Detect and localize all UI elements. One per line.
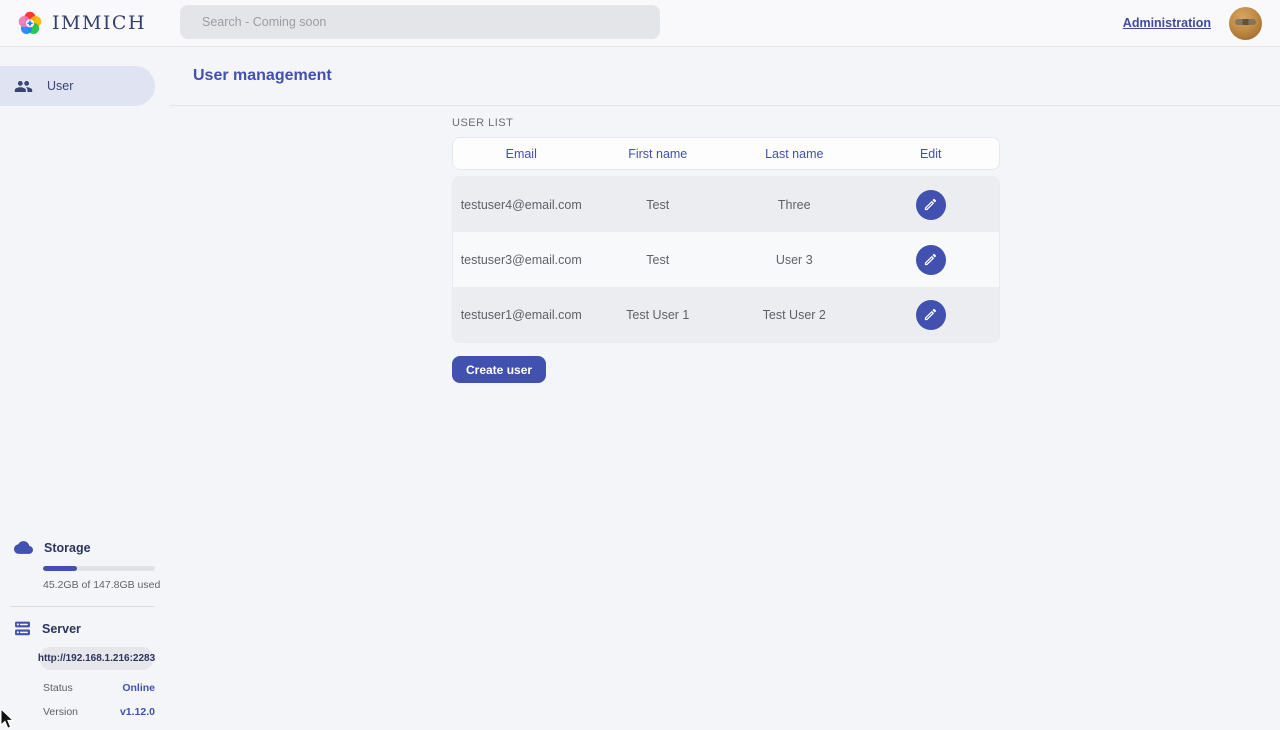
server-title: Server: [42, 622, 81, 636]
server-version-row: Version v1.12.0: [43, 706, 155, 718]
users-icon: [14, 77, 33, 96]
cell-edit: [863, 300, 1000, 330]
cell-last-name: User 3: [726, 253, 863, 267]
pencil-icon: [923, 197, 938, 212]
cell-edit: [863, 245, 1000, 275]
sidebar-footer: Storage 45.2GB of 147.8GB used: [0, 538, 170, 718]
server-status-label: Status: [43, 682, 73, 694]
column-header-email: Email: [453, 147, 590, 161]
cell-first-name: Test: [590, 253, 727, 267]
table-row: testuser4@email.comTestThree: [453, 177, 999, 232]
table-header-row: EmailFirst nameLast nameEdit: [452, 137, 1000, 170]
server-status-row: Status Online: [43, 682, 155, 694]
server-version-label: Version: [43, 706, 78, 718]
brand-name: IMMICH: [52, 12, 146, 34]
edit-user-button[interactable]: [916, 300, 946, 330]
sidebar-item-label: User: [47, 79, 73, 93]
administration-link[interactable]: Administration: [1123, 16, 1211, 30]
cloud-icon: [14, 538, 33, 557]
column-header-edit: Edit: [863, 147, 1000, 161]
storage-progress-fill: [43, 566, 77, 571]
cell-last-name: Three: [726, 198, 863, 212]
sidebar-item-user[interactable]: User: [0, 66, 155, 106]
column-header-first-name: First name: [590, 147, 727, 161]
storage-progress-bar: [43, 566, 155, 571]
server-icon: [14, 620, 31, 637]
sidebar-divider: [10, 606, 155, 607]
storage-title: Storage: [44, 541, 91, 555]
pencil-icon: [923, 307, 938, 322]
cell-email: testuser4@email.com: [453, 198, 590, 212]
cell-edit: [863, 190, 1000, 220]
table-row: testuser1@email.comTest User 1Test User …: [453, 287, 999, 342]
section-title: USER LIST: [452, 117, 1000, 129]
user-table: testuser4@email.comTestThreetestuser3@em…: [452, 176, 1000, 343]
page-title: User management: [193, 67, 332, 85]
cell-first-name: Test: [590, 198, 727, 212]
edit-user-button[interactable]: [916, 245, 946, 275]
user-avatar[interactable]: [1229, 7, 1262, 40]
storage-usage-text: 45.2GB of 147.8GB used: [43, 579, 170, 591]
create-user-button[interactable]: Create user: [452, 356, 546, 383]
cell-first-name: Test User 1: [590, 308, 727, 322]
pencil-icon: [923, 252, 938, 267]
edit-user-button[interactable]: [916, 190, 946, 220]
server-url[interactable]: http://192.168.1.216:2283: [40, 647, 153, 670]
main-content: User management USER LIST EmailFirst nam…: [170, 47, 1280, 730]
cell-email: testuser1@email.com: [453, 308, 590, 322]
server-version-value: v1.12.0: [120, 706, 155, 718]
cell-email: testuser3@email.com: [453, 253, 590, 267]
immich-logo-icon: [16, 9, 44, 37]
brand: IMMICH: [16, 9, 146, 37]
server-status-value: Online: [122, 682, 155, 694]
cell-last-name: Test User 2: [726, 308, 863, 322]
search-input[interactable]: [180, 5, 660, 39]
server-section: Server http://192.168.1.216:2283 Status …: [0, 620, 170, 718]
sidebar: User Storage 45.2GB of 147.8GB used: [0, 47, 170, 730]
column-header-last-name: Last name: [726, 147, 863, 161]
page-header: User management: [170, 47, 1280, 106]
top-navbar: IMMICH Administration: [0, 0, 1280, 47]
table-row: testuser3@email.comTestUser 3: [453, 232, 999, 287]
storage-section: Storage 45.2GB of 147.8GB used: [0, 538, 170, 591]
